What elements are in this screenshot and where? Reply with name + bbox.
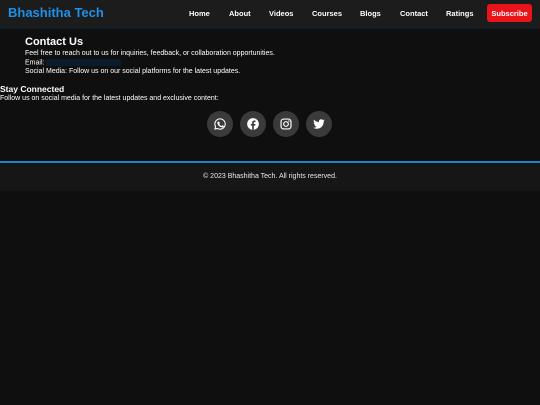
contact-section: Contact Us Feel free to reach out to us … bbox=[25, 36, 275, 76]
nav-link-blogs[interactable]: Blogs bbox=[360, 9, 381, 18]
whatsapp-icon[interactable] bbox=[207, 111, 233, 137]
brand-logo-text[interactable]: Bhashitha Tech bbox=[8, 5, 104, 20]
copyright-text: © 2023 Bhashitha Tech. All rights reserv… bbox=[203, 173, 337, 180]
navbar: Bhashitha Tech Home About Videos Courses… bbox=[0, 0, 540, 29]
stay-connected-title: Stay Connected bbox=[0, 84, 65, 94]
twitter-icon[interactable] bbox=[306, 111, 332, 137]
nav-link-ratings[interactable]: Ratings bbox=[446, 9, 474, 18]
email-link[interactable] bbox=[46, 58, 122, 66]
nav-link-courses[interactable]: Courses bbox=[312, 9, 342, 18]
facebook-glyph bbox=[247, 118, 259, 130]
contact-social-text: Social Media: Follow us on our social pl… bbox=[25, 67, 241, 75]
stay-connected-text: Follow us on social media for the latest… bbox=[0, 95, 219, 102]
instagram-icon[interactable] bbox=[273, 111, 299, 137]
nav-link-videos[interactable]: Videos bbox=[269, 9, 293, 18]
stay-connected-section: Stay Connected Follow us on social media… bbox=[0, 84, 219, 103]
whatsapp-glyph bbox=[214, 118, 226, 130]
subscribe-button[interactable]: Subscribe bbox=[487, 4, 532, 22]
contact-intro: Feel free to reach out to us for inquiri… bbox=[25, 50, 275, 57]
nav-link-about[interactable]: About bbox=[229, 9, 251, 18]
twitter-glyph bbox=[313, 119, 325, 129]
facebook-icon[interactable] bbox=[240, 111, 266, 137]
contact-email-row: Email: bbox=[25, 58, 275, 68]
footer: © 2023 Bhashitha Tech. All rights reserv… bbox=[0, 161, 540, 191]
email-label: Email: bbox=[25, 58, 45, 66]
contact-title: Contact Us bbox=[25, 36, 84, 48]
nav-link-home[interactable]: Home bbox=[189, 9, 210, 18]
nav-link-contact[interactable]: Contact bbox=[400, 9, 428, 18]
instagram-glyph bbox=[280, 118, 292, 130]
